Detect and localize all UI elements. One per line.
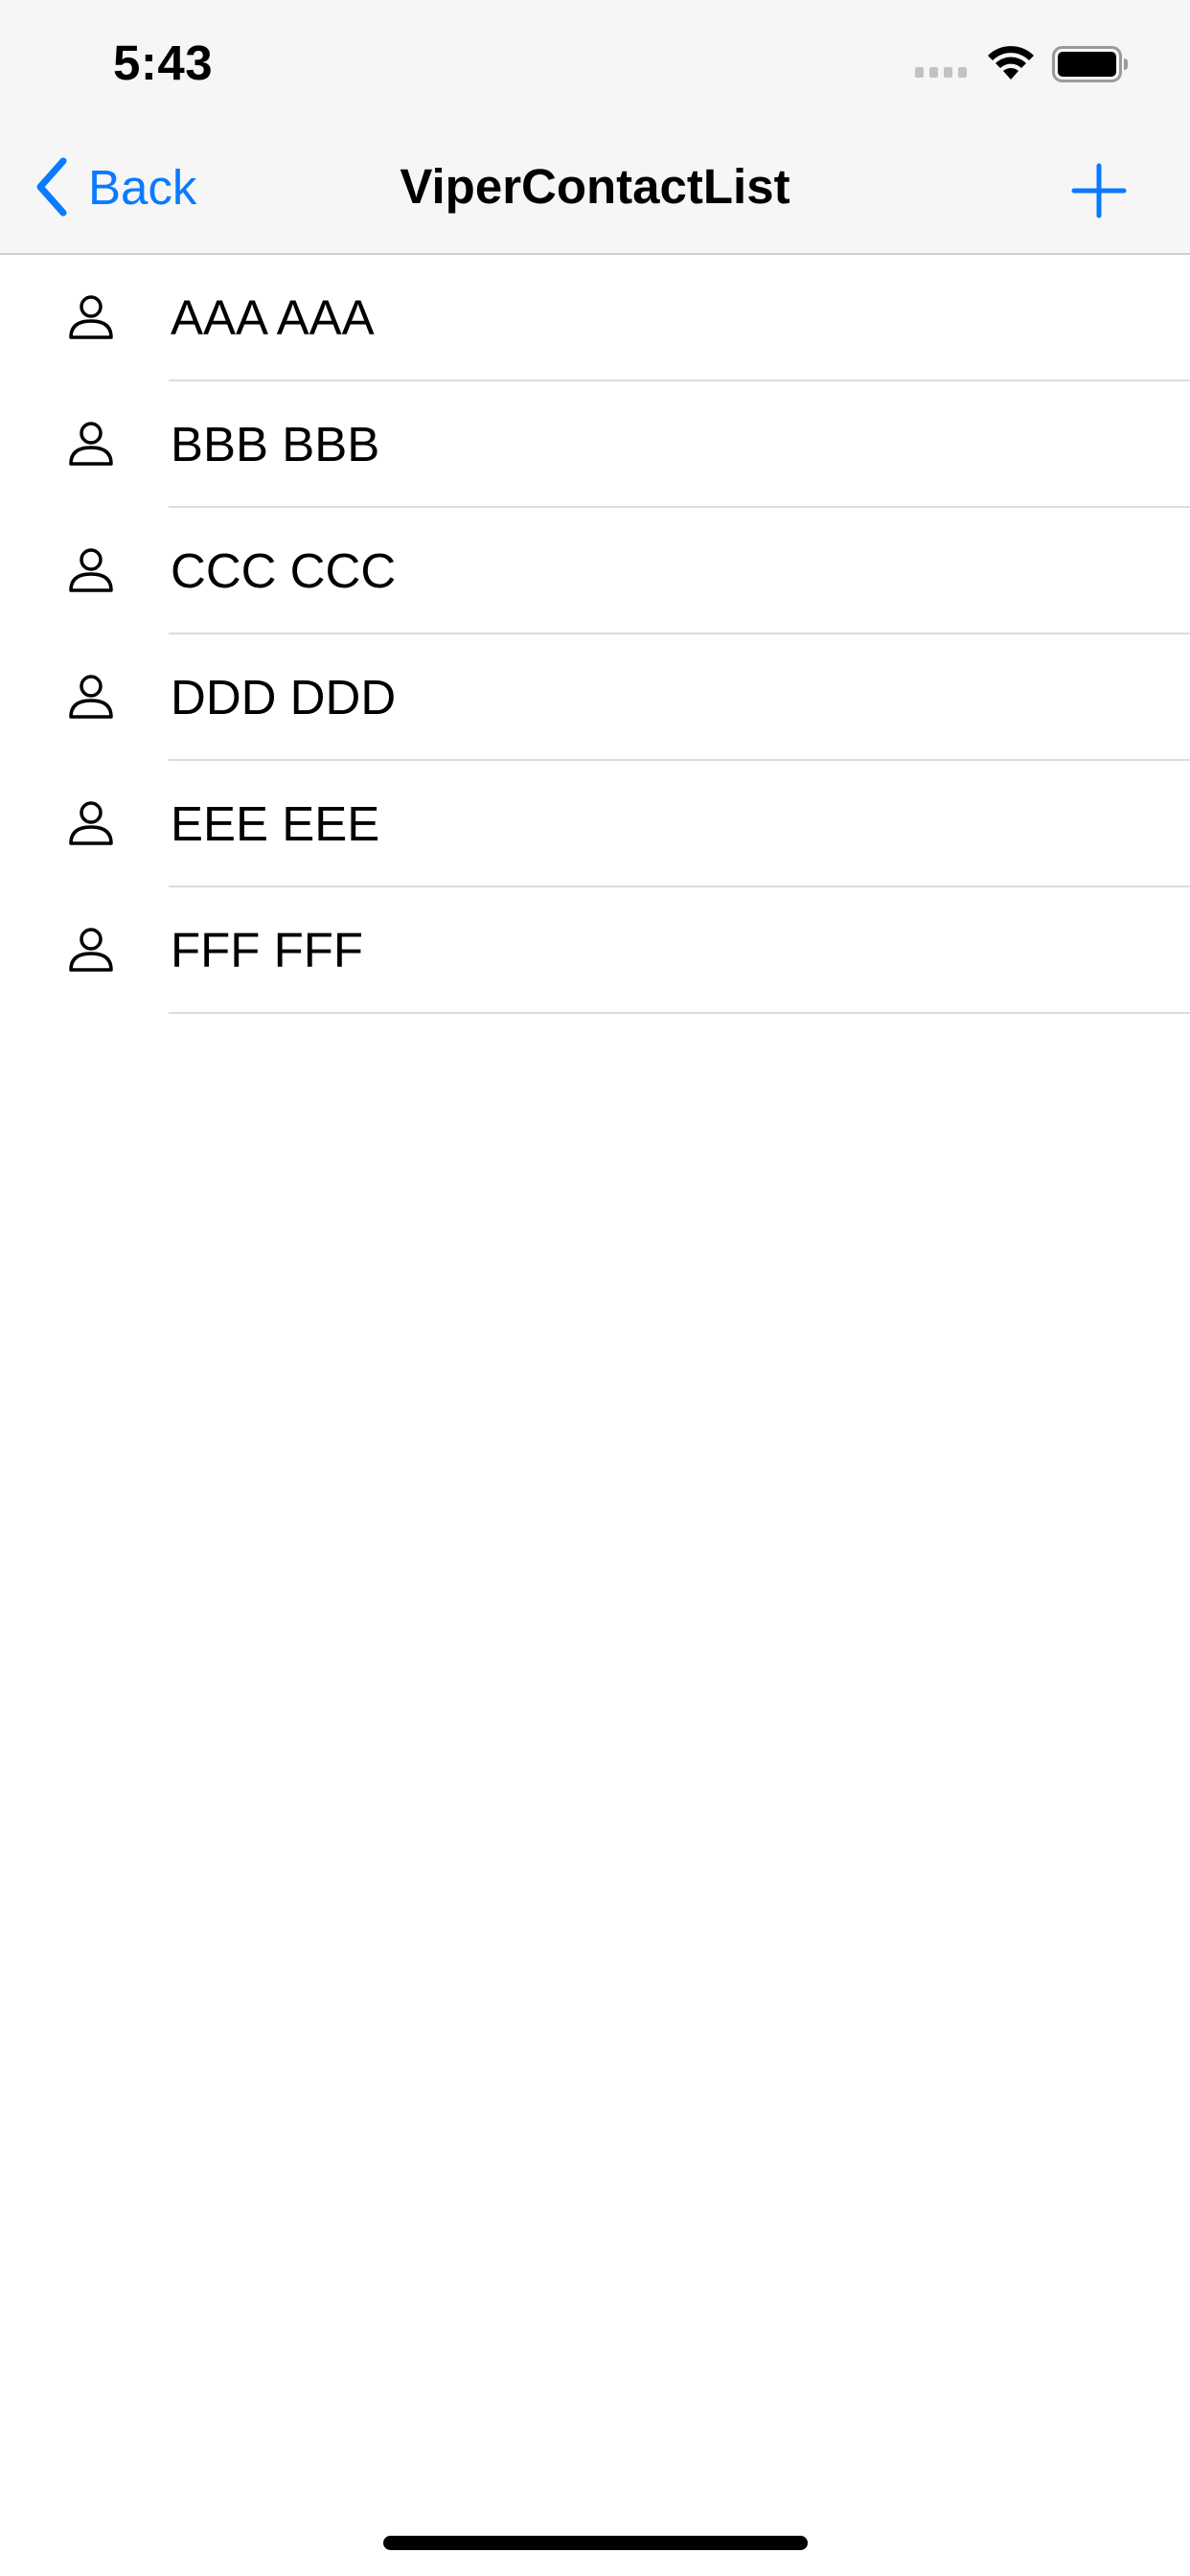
status-time: 5:43	[113, 35, 214, 90]
person-icon	[69, 548, 113, 592]
home-indicator[interactable]	[383, 2536, 808, 2550]
top-bar: 5:43 Back ViperContactList	[0, 0, 1190, 255]
contact-name: FFF FFF	[171, 923, 364, 978]
contact-row[interactable]: DDD DDD	[0, 634, 1190, 761]
contact-name: CCC CCC	[171, 543, 397, 598]
plus-icon	[1071, 163, 1127, 218]
contact-name: EEE EEE	[171, 796, 380, 851]
add-button[interactable]	[1071, 163, 1127, 218]
wifi-icon	[988, 46, 1034, 80]
contact-row[interactable]: CCC CCC	[0, 508, 1190, 634]
person-icon	[69, 422, 113, 466]
person-icon	[69, 675, 113, 719]
battery-icon	[1052, 46, 1128, 82]
person-icon	[69, 928, 113, 972]
contact-row[interactable]: FFF FFF	[0, 887, 1190, 1014]
contact-name: DDD DDD	[171, 670, 397, 724]
contact-name: BBB BBB	[171, 417, 380, 472]
cellular-signal-icon	[915, 67, 967, 78]
contact-list: AAA AAA BBB BBB CCC CCC DDD DDD EEE EEE	[0, 255, 1190, 1014]
contact-row[interactable]: BBB BBB	[0, 381, 1190, 508]
person-icon	[69, 295, 113, 339]
contact-name: AAA AAA	[171, 290, 375, 345]
page-title: ViperContactList	[400, 159, 790, 214]
person-icon	[69, 801, 113, 845]
contact-row[interactable]: EEE EEE	[0, 761, 1190, 887]
contact-row[interactable]: AAA AAA	[0, 255, 1190, 381]
row-separator	[169, 1012, 1190, 1014]
